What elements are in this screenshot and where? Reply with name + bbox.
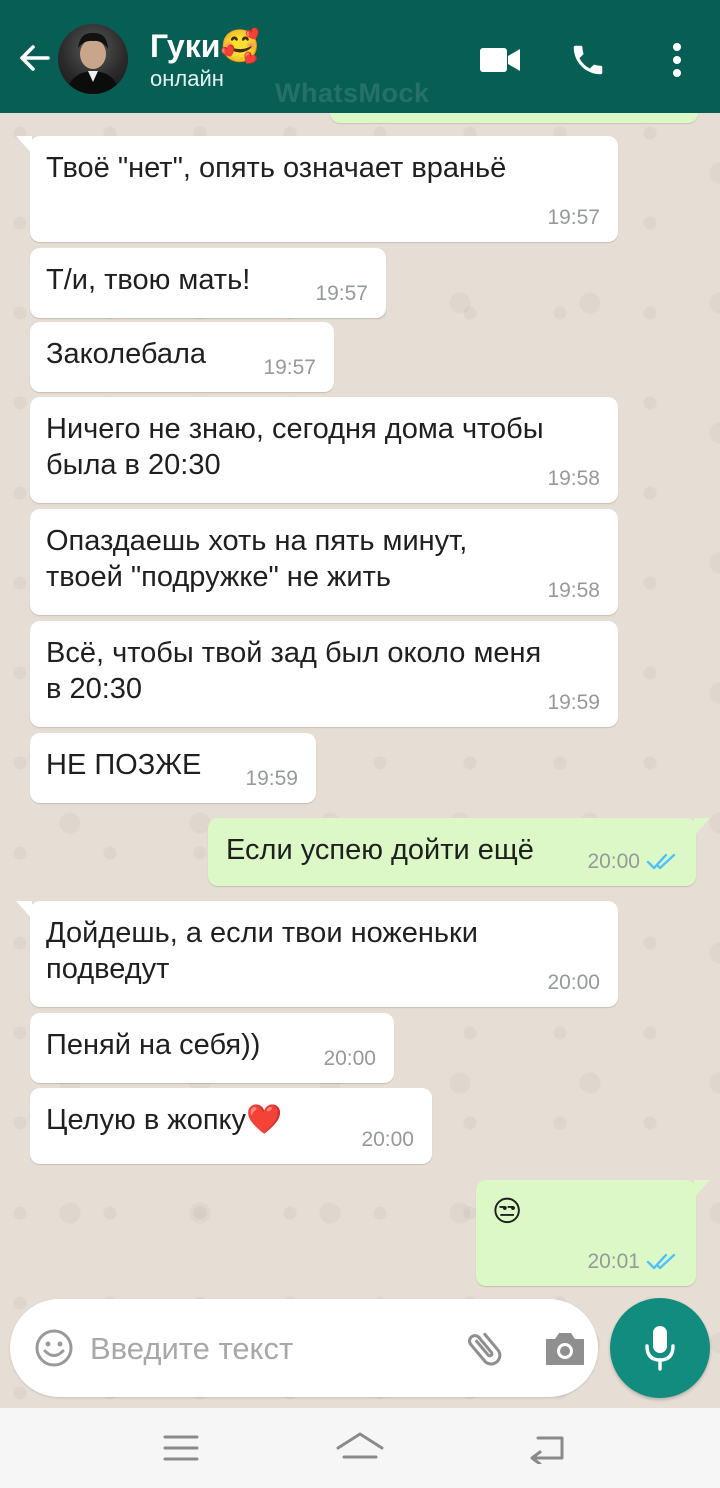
message-text: Опаздаешь хоть на пять минут, твоей "под… (46, 525, 468, 593)
message-time: 19:57 (547, 206, 600, 229)
arrow-left-icon[interactable] (14, 38, 54, 78)
system-navigation-bar (0, 1408, 720, 1488)
message-time: 19:58 (547, 579, 600, 602)
camera-icon[interactable] (542, 1329, 588, 1369)
message-bubble-outgoing-partial (330, 113, 698, 123)
message-bubble-incoming[interactable]: Всё, чтобы твой зад был около меня в 20:… (30, 621, 618, 727)
menu-icon[interactable] (162, 1428, 200, 1468)
message-time: 20:00 (361, 1128, 414, 1151)
message-bubble-incoming[interactable]: Пеняй на себя)) 20:00 (30, 1013, 394, 1083)
contact-name[interactable]: Гуки🥰 (150, 26, 260, 66)
microphone-icon[interactable] (610, 1298, 710, 1398)
message-bubble-incoming[interactable]: Ничего не знаю, сегодня дома чтобы была … (30, 397, 618, 503)
online-status: онлайн (150, 66, 224, 91)
message-bubble-incoming[interactable]: Т/и, твою мать! 19:57 (30, 248, 386, 318)
chat-screen: Гуки🥰 онлайн WhatsMock Твоё "нет", опять… (0, 0, 720, 1488)
message-input[interactable]: Введите текст (90, 1331, 293, 1367)
paperclip-icon[interactable] (462, 1325, 508, 1371)
double-check-icon (646, 1253, 676, 1270)
phone-icon[interactable] (566, 38, 610, 82)
avatar[interactable] (58, 24, 128, 94)
message-text: Ничего не знаю, сегодня дома чтобы была … (46, 413, 544, 481)
home-icon[interactable] (334, 1428, 386, 1468)
video-camera-icon[interactable] (478, 38, 522, 82)
message-text: Всё, чтобы твой зад был около меня в 20:… (46, 637, 542, 705)
message-text: Твоё "нет", опять означает враньё (46, 152, 507, 184)
message-emoji: 😒 (492, 1196, 523, 1228)
message-bubble-incoming[interactable]: Твоё "нет", опять означает враньё 19:57 (16, 136, 618, 242)
message-time: 19:58 (547, 467, 600, 490)
message-bubble-incoming[interactable]: НЕ ПОЗЖЕ 19:59 (30, 733, 316, 803)
message-list[interactable]: Твоё "нет", опять означает враньё 19:57 … (0, 113, 720, 1408)
message-bubble-incoming[interactable]: Заколебала 19:57 (30, 322, 334, 392)
message-time: 19:59 (547, 691, 600, 714)
watermark: WhatsMock (275, 78, 430, 108)
message-time: 19:57 (315, 282, 368, 305)
message-bubble-incoming[interactable]: Опаздаешь хоть на пять минут, твоей "под… (30, 509, 618, 615)
back-nav-icon[interactable] (528, 1428, 568, 1468)
message-time: 20:00 (547, 971, 600, 994)
message-bubble-outgoing[interactable]: Если успею дойти ещё 20:00 (208, 818, 710, 886)
message-bubble-incoming[interactable]: Дойдешь, а если твои ноженьки подведут 2… (16, 901, 618, 1007)
message-time: 20:00 (323, 1047, 376, 1070)
double-check-icon (646, 853, 676, 870)
contact-name-text: Гуки🥰 (150, 28, 261, 64)
message-time: 20:00 (587, 850, 678, 874)
more-vertical-icon[interactable] (662, 38, 692, 82)
message-text: Дойдешь, а если твои ноженьки подведут (46, 917, 478, 985)
message-time: 20:01 (587, 1250, 678, 1274)
message-time: 19:59 (245, 767, 298, 790)
chat-header: Гуки🥰 онлайн WhatsMock (0, 0, 720, 113)
emoji-icon[interactable] (34, 1328, 74, 1368)
message-time: 19:57 (263, 356, 316, 379)
message-composer: Введите текст (10, 1299, 598, 1397)
message-bubble-incoming[interactable]: Целую в жопку❤️ 20:00 (30, 1088, 432, 1164)
message-bubble-outgoing[interactable]: 😒 20:01 (476, 1180, 710, 1286)
